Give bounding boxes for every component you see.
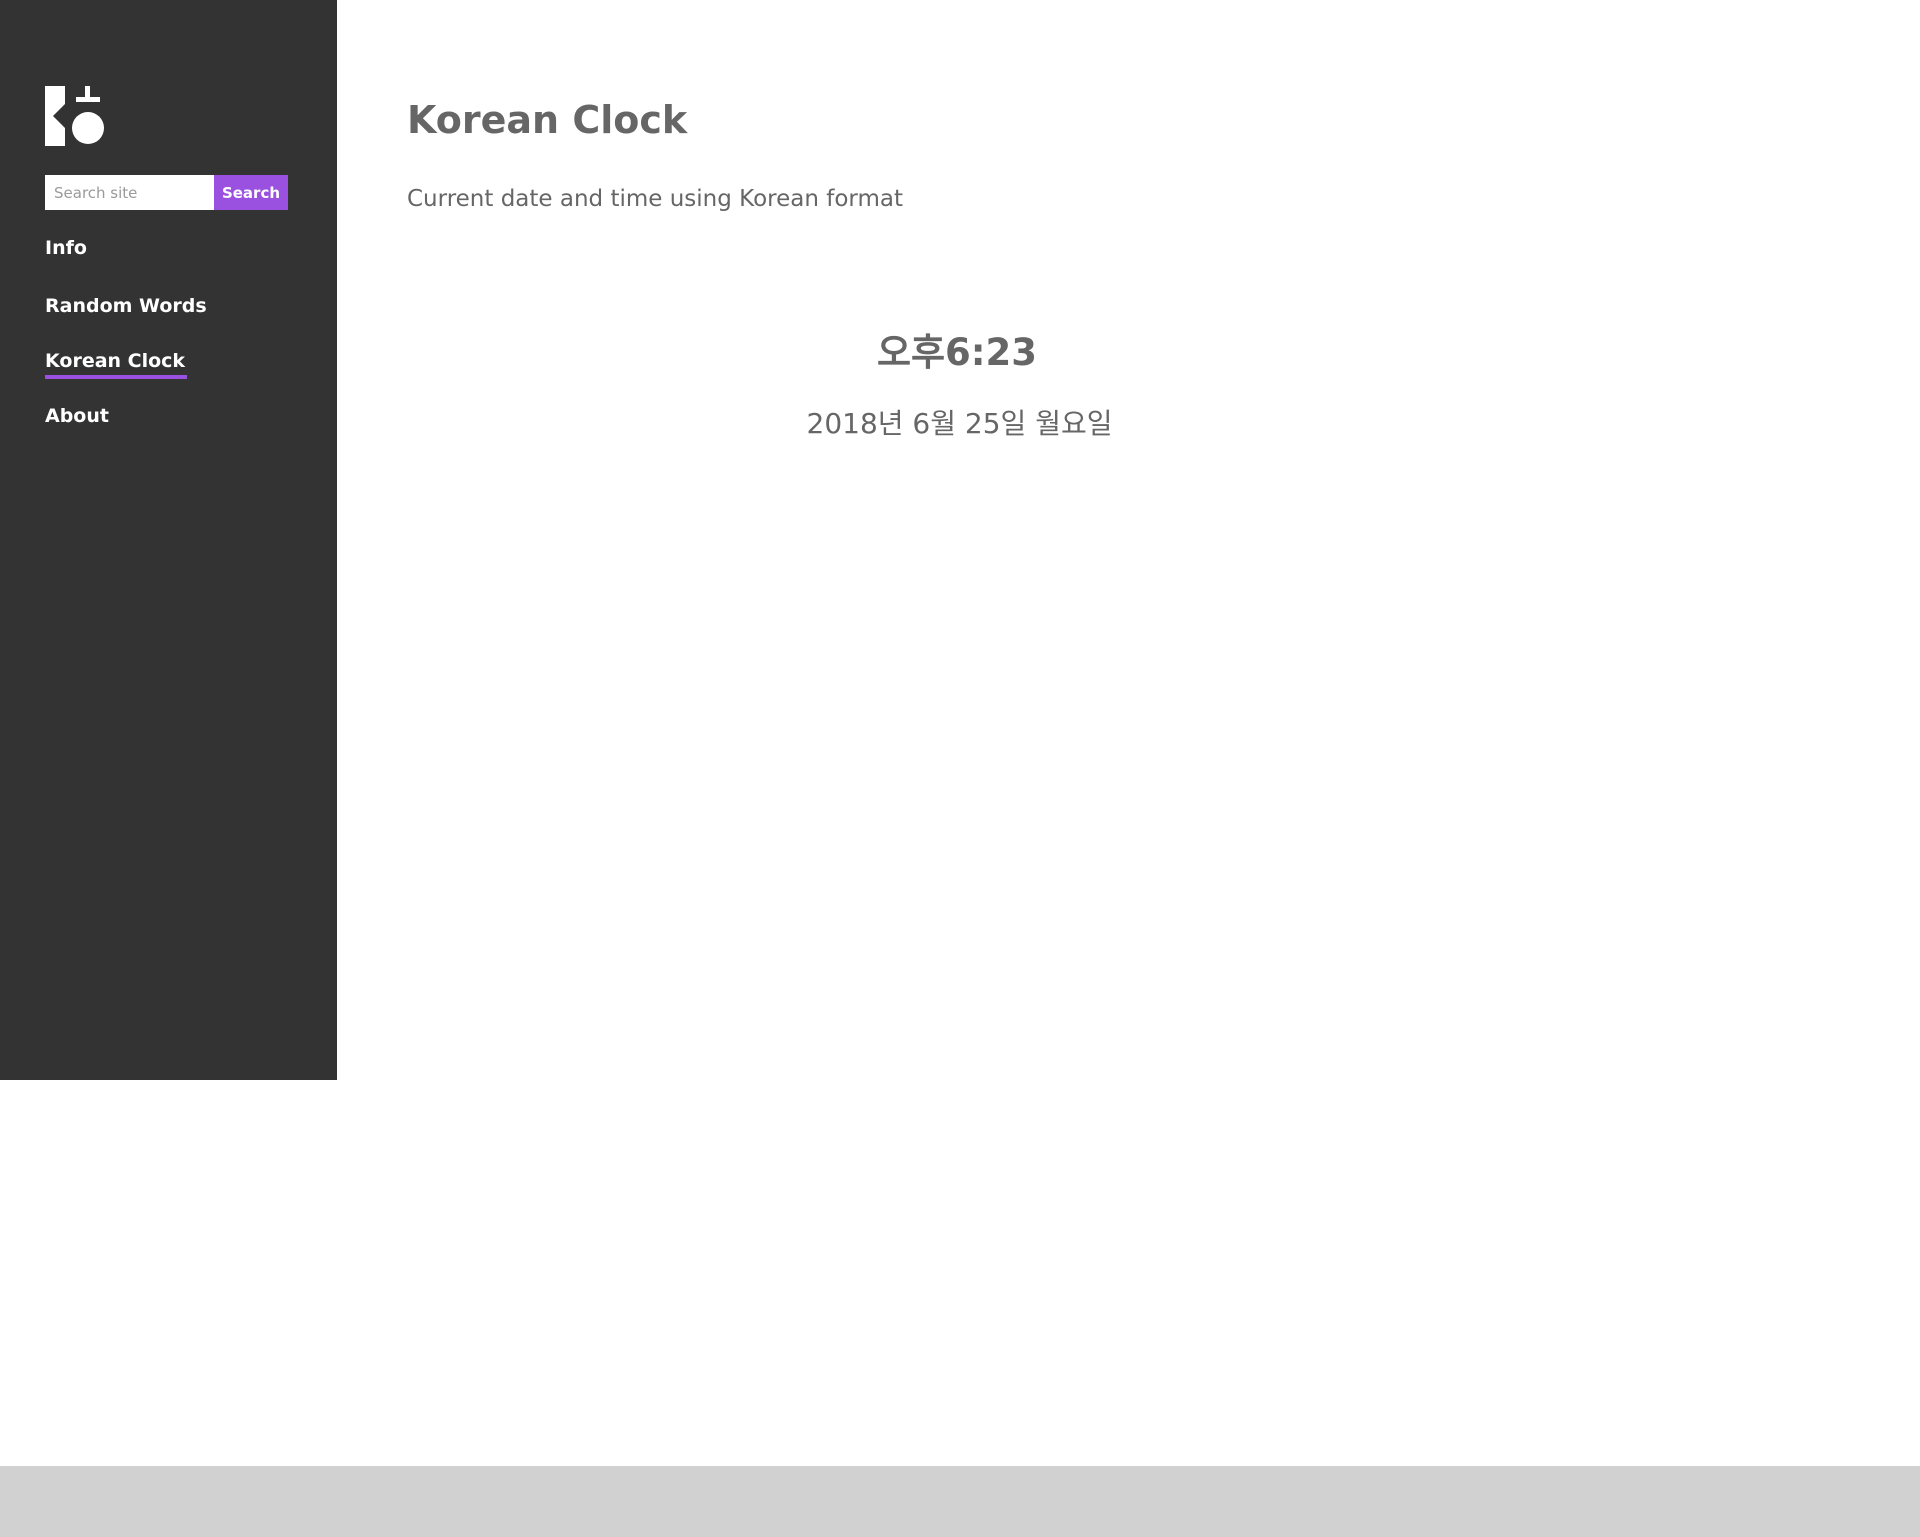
search-input[interactable]	[45, 175, 214, 210]
site-logo-link[interactable]	[45, 86, 115, 146]
sidebar-item-info[interactable]: Info	[45, 234, 87, 262]
sidebar-item-korean-clock[interactable]: Korean Clock	[45, 347, 188, 379]
search-form: Search	[45, 175, 288, 210]
page-title: Korean Clock	[407, 98, 688, 142]
sidebar: Search Info Random Words Korean Clock Ab…	[0, 0, 337, 1080]
page-subtitle: Current date and time using Korean forma…	[407, 186, 903, 212]
search-button[interactable]: Search	[214, 175, 288, 210]
sidebar-item-about[interactable]: About	[45, 402, 109, 430]
page: Search Info Random Words Korean Clock Ab…	[0, 0, 1920, 1537]
clock-date: 2018년 6월 25일 월요일	[806, 407, 1113, 440]
hangul-logo-icon	[45, 86, 104, 146]
footer	[0, 1466, 1920, 1537]
clock-time: 오후6:23	[876, 331, 1038, 374]
sidebar-item-random-words[interactable]: Random Words	[45, 292, 207, 320]
